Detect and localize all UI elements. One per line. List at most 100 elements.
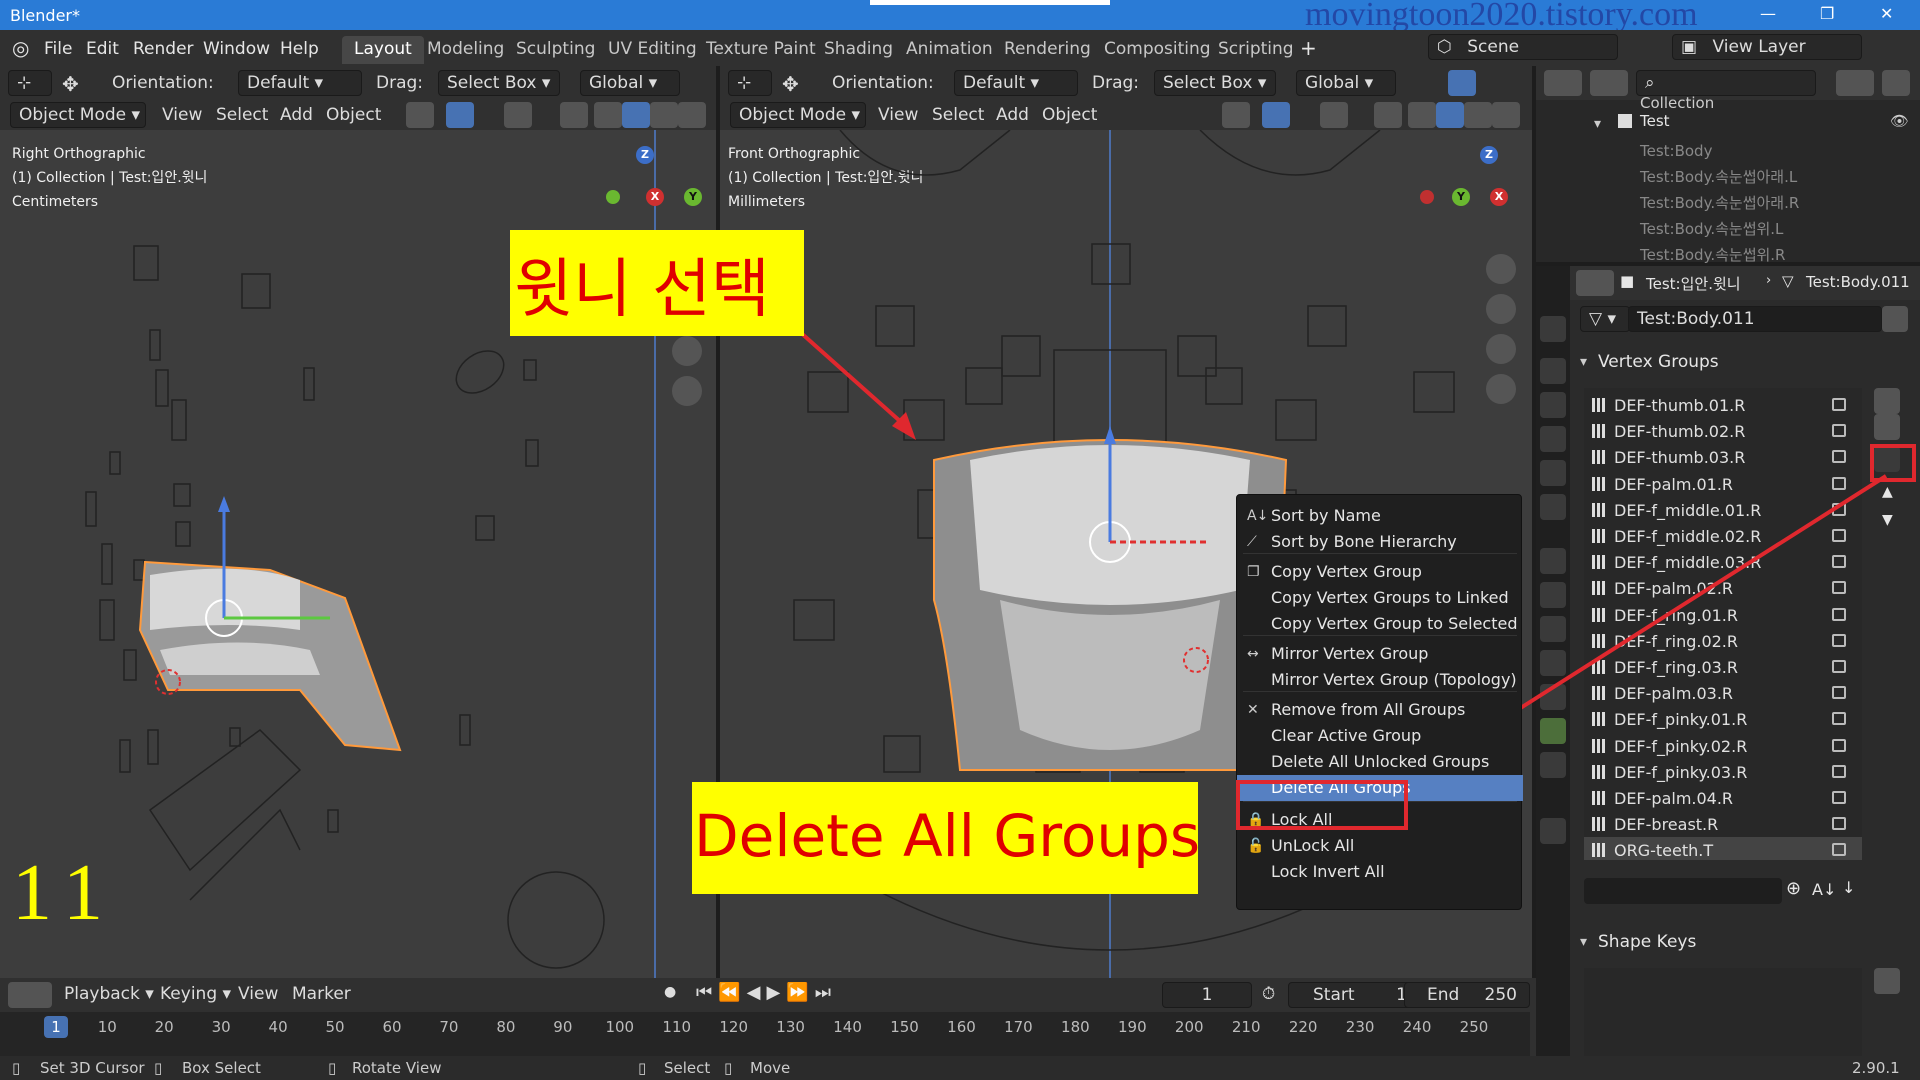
- material-shading-icon[interactable]: [650, 102, 678, 128]
- lock-icon[interactable]: [1832, 398, 1846, 411]
- outliner-item[interactable]: Test:Body.속눈썹위.R: [1640, 242, 1799, 268]
- menu-item-lock-invert-all[interactable]: Lock Invert All: [1237, 859, 1523, 885]
- playback-controls-icon[interactable]: ⏮⏪◀▶⏩⏭: [696, 982, 837, 1003]
- record-icon[interactable]: ●: [664, 984, 676, 1000]
- menu-item-copy-vertex-group[interactable]: ❐ Copy Vertex Group: [1237, 559, 1523, 585]
- x-axis-icon[interactable]: X: [1490, 188, 1508, 206]
- menu-help[interactable]: Help: [280, 39, 319, 59]
- overlay-icon[interactable]: [1320, 102, 1348, 128]
- menu-render[interactable]: Render: [133, 39, 194, 59]
- y-axis-icon[interactable]: Y: [1452, 188, 1470, 206]
- menu-item-unlock-all[interactable]: 🔓 UnLock All: [1237, 833, 1523, 859]
- properties-editor-type-icon[interactable]: [1576, 270, 1614, 296]
- start-frame-field[interactable]: Start 1: [1288, 982, 1420, 1008]
- tab-sculpting[interactable]: Sculpting: [504, 36, 607, 64]
- view-layer-tab-icon[interactable]: [1540, 426, 1566, 452]
- orientation-dropdown-right[interactable]: Default ▾: [954, 70, 1078, 96]
- menu-item-remove-from-all-groups[interactable]: ✕ Remove from All Groups: [1237, 697, 1523, 723]
- vertex-group-row[interactable]: ORG-teeth.T: [1584, 837, 1862, 860]
- drag-dropdown-right[interactable]: Select Box ▾: [1154, 70, 1276, 96]
- add-group-icon[interactable]: [1874, 388, 1900, 414]
- close-icon[interactable]: ✕: [1880, 4, 1893, 23]
- menu-view-left[interactable]: View: [162, 105, 202, 125]
- eye-icon[interactable]: 👁: [1890, 112, 1909, 130]
- rendered-shading-icon[interactable]: [1492, 102, 1520, 128]
- camera-view-icon[interactable]: [1486, 334, 1516, 364]
- tool-tab-icon[interactable]: [1540, 316, 1566, 342]
- mesh-browse-button[interactable]: ▽ ▾: [1580, 306, 1630, 332]
- minimize-icon[interactable]: —: [1760, 4, 1776, 23]
- vertex-group-row[interactable]: DEF-thumb.01.R: [1584, 392, 1862, 418]
- menu-file[interactable]: File: [44, 39, 72, 59]
- tab-animation[interactable]: Animation: [894, 36, 1005, 64]
- vertex-group-row[interactable]: DEF-thumb.02.R: [1584, 418, 1862, 444]
- tab-rendering[interactable]: Rendering: [992, 36, 1103, 64]
- end-frame-field[interactable]: End 250: [1404, 982, 1530, 1008]
- snap-icon[interactable]: [1448, 70, 1476, 96]
- neg-x-axis-icon[interactable]: [1420, 190, 1434, 204]
- scene-selector[interactable]: ⬡ Scene: [1428, 34, 1618, 60]
- menu-select-right[interactable]: Select: [932, 105, 984, 125]
- outliner-item[interactable]: Test:Body.속눈썹아래.R: [1640, 190, 1799, 216]
- output-tab-icon[interactable]: [1540, 392, 1566, 418]
- outliner-search-input[interactable]: ⌕: [1636, 70, 1816, 96]
- menu-item-copy-vertex-group-to-selected[interactable]: Copy Vertex Group to Selected: [1237, 611, 1523, 637]
- sort-alpha-icon[interactable]: A↓: [1812, 880, 1836, 899]
- mode-dropdown-right[interactable]: Object Mode ▾: [730, 102, 866, 128]
- timeline-ruler[interactable]: 1 10 20 30 40 50 60 70 80 90 100 110 120 130 140 150 160…: [0, 1012, 1530, 1056]
- xray-icon[interactable]: [560, 102, 588, 128]
- menu-view-right[interactable]: View: [878, 105, 918, 125]
- lock-icon[interactable]: [1832, 424, 1846, 438]
- tab-uv-editing[interactable]: UV Editing: [596, 36, 709, 64]
- shape-key-list[interactable]: [1584, 968, 1862, 1056]
- drag-dropdown[interactable]: Select Box ▾: [438, 70, 560, 96]
- menu-edit[interactable]: Edit: [86, 39, 119, 59]
- tab-modeling[interactable]: Modeling: [415, 36, 516, 64]
- playback-menu[interactable]: Playback ▾: [64, 984, 154, 1004]
- checkbox-icon[interactable]: [1618, 114, 1632, 128]
- y-axis-icon[interactable]: Y: [684, 188, 702, 206]
- menu-add-right[interactable]: Add: [996, 105, 1029, 125]
- material-shading-icon[interactable]: [1464, 102, 1492, 128]
- transform-tool-button[interactable]: ⊹: [8, 70, 52, 96]
- outliner-item[interactable]: Test:Body: [1640, 138, 1799, 164]
- add-shape-key-icon[interactable]: [1874, 968, 1900, 994]
- menu-select-left[interactable]: Select: [216, 105, 268, 125]
- vertex-groups-title[interactable]: Vertex Groups: [1598, 352, 1719, 372]
- solid-shading-icon[interactable]: [1436, 102, 1464, 128]
- vertex-group-row[interactable]: DEF-thumb.03.R: [1584, 444, 1862, 470]
- mesh-name-field[interactable]: Test:Body.011: [1628, 306, 1882, 332]
- overlay-icon[interactable]: [504, 102, 532, 128]
- menu-item-copy-vertex-groups-to-linked[interactable]: Copy Vertex Groups to Linked: [1237, 585, 1523, 611]
- transform-orientation-dropdown[interactable]: Global ▾: [580, 70, 680, 96]
- tab-texture-paint[interactable]: Texture Paint: [694, 36, 828, 64]
- panel-expand-icon[interactable]: ▾: [1580, 934, 1587, 950]
- camera-view-icon[interactable]: [672, 336, 702, 366]
- lock-icon[interactable]: [1832, 450, 1846, 464]
- outliner-item[interactable]: Test:Body.속눈썹위.L: [1640, 216, 1799, 242]
- tab-scripting[interactable]: Scripting: [1206, 36, 1306, 64]
- menu-object-left[interactable]: Object: [326, 105, 381, 125]
- menu-item-sort-by-name[interactable]: A↓ Sort by Name: [1237, 503, 1523, 529]
- outliner-test[interactable]: Test: [1640, 112, 1670, 130]
- panel-expand-icon[interactable]: ▾: [1580, 354, 1587, 370]
- neg-y-axis-icon[interactable]: [606, 190, 620, 204]
- tab-layout[interactable]: Layout: [342, 36, 424, 64]
- tab-compositing[interactable]: Compositing: [1092, 36, 1223, 64]
- menu-item-clear-active-group[interactable]: Clear Active Group: [1237, 723, 1523, 749]
- reverse-sort-icon[interactable]: ↓: [1842, 878, 1855, 897]
- timeline-view-menu[interactable]: View: [238, 984, 278, 1004]
- add-filter-icon[interactable]: ⊕: [1786, 878, 1801, 899]
- ortho-toggle-icon[interactable]: [672, 376, 702, 406]
- marker-menu[interactable]: Marker: [292, 984, 351, 1004]
- outliner-editor-type-icon[interactable]: [1544, 70, 1582, 96]
- keying-menu[interactable]: Keying ▾: [160, 984, 231, 1004]
- add-workspace-icon[interactable]: +: [1300, 36, 1317, 60]
- visibility-icon[interactable]: [1222, 102, 1250, 128]
- menu-item-mirror-vertex-group-topology[interactable]: Mirror Vertex Group (Topology): [1237, 667, 1523, 693]
- render-tab-icon[interactable]: [1540, 358, 1566, 384]
- filter-icon[interactable]: [1836, 70, 1874, 96]
- lock-icon[interactable]: [1832, 843, 1846, 857]
- new-collection-icon[interactable]: [1882, 70, 1910, 96]
- orientation-dropdown[interactable]: Default ▾: [238, 70, 362, 96]
